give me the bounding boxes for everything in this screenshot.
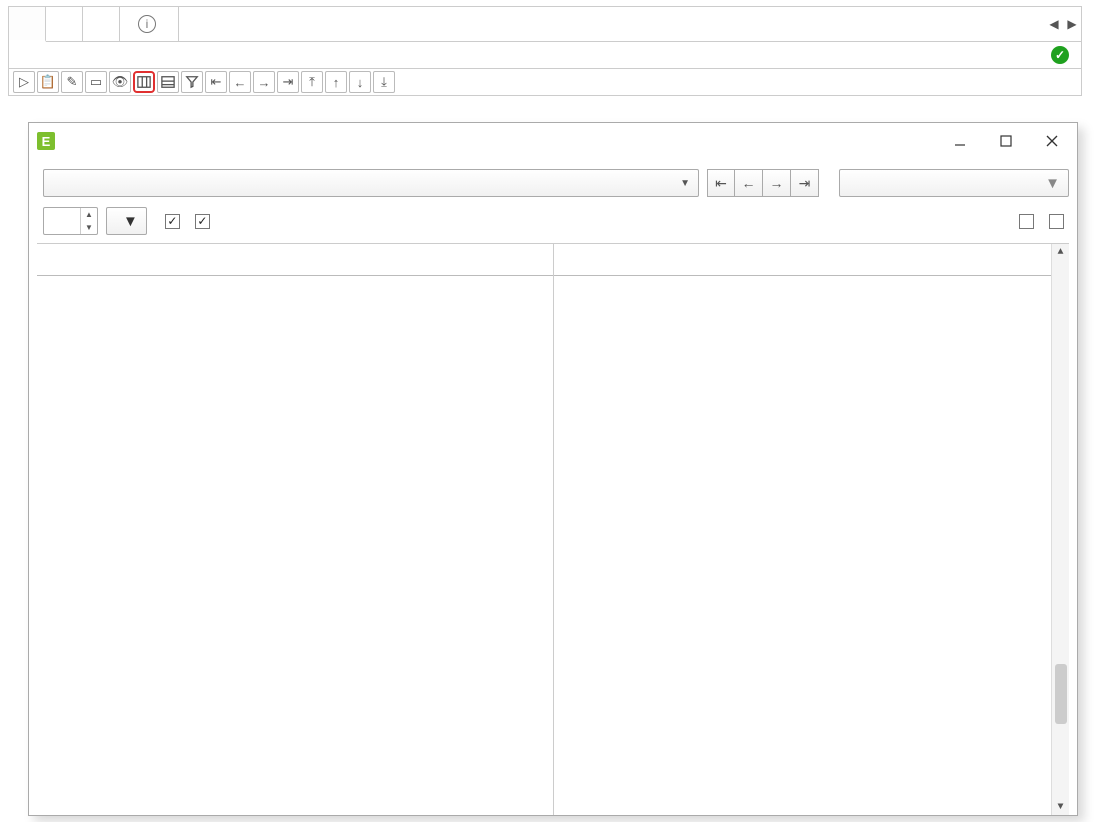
pct-checkbox[interactable]: ✓ xyxy=(195,214,215,229)
last-icon[interactable]: ⇥ xyxy=(277,71,299,93)
column-selector-row: ▼ ⇤ ← → ⇥ ▼ xyxy=(37,169,1069,197)
options-row: ▲ ▼ ▼ ✓ ✓ xyxy=(37,207,1069,235)
tab-warnings[interactable] xyxy=(83,7,120,41)
sample-combo[interactable]: ▼ xyxy=(839,169,1069,197)
scroll-thumb[interactable] xyxy=(1055,664,1067,724)
titlebar: E xyxy=(29,123,1077,159)
prev-icon[interactable]: ← xyxy=(229,71,251,93)
down-icon[interactable]: ↓ xyxy=(349,71,371,93)
first-icon[interactable]: ⇤ xyxy=(205,71,227,93)
tabs-row: i ◀ ▶ xyxy=(9,7,1081,42)
status-row: ✓ xyxy=(9,42,1081,69)
show-count-input[interactable] xyxy=(44,213,80,230)
folder-icon[interactable]: ▭ xyxy=(85,71,107,93)
columns-icon[interactable] xyxy=(133,71,155,93)
spin-down-icon[interactable]: ▼ xyxy=(81,221,97,234)
show-count-spin[interactable]: ▲ ▼ xyxy=(43,207,98,235)
bottom-icon[interactable]: ⤓ xyxy=(373,71,395,93)
clipboard-icon[interactable]: 📋 xyxy=(37,71,59,93)
first-col-button[interactable]: ⇤ xyxy=(707,169,735,197)
col-nav-group: ⇤ ← → ⇥ xyxy=(707,169,819,197)
scrollbar[interactable]: ▲ ▼ xyxy=(1051,244,1069,815)
dates-checkbox[interactable] xyxy=(1019,214,1039,229)
check-icon: ✓ xyxy=(1051,46,1069,64)
next-icon[interactable]: → xyxy=(253,71,275,93)
tab-prev-icon[interactable]: ◀ xyxy=(1045,10,1063,38)
next-col-button[interactable]: → xyxy=(763,169,791,197)
frequency-header[interactable] xyxy=(297,244,553,275)
tab-nav: ◀ ▶ xyxy=(1045,7,1081,41)
top-icon[interactable]: ⤒ xyxy=(301,71,323,93)
chevron-down-icon: ▼ xyxy=(1045,175,1060,192)
tab-data[interactable] xyxy=(9,7,46,42)
column-values-dialog: E ▼ ⇤ ← → ⇥ ▼ xyxy=(28,122,1078,816)
rows-icon[interactable] xyxy=(157,71,179,93)
tab-characters[interactable] xyxy=(46,7,83,41)
scroll-up-icon[interactable]: ▲ xyxy=(1052,244,1069,260)
main-window: i ◀ ▶ ✓ ▷ 📋 ✎ ▭ 👁 ⇤ ← → ⇥ ⤒ ↑ ↓ ⤓ xyxy=(8,6,1082,96)
metrics-table: ▲ ▼ xyxy=(554,244,1070,815)
chevron-down-icon: ▼ xyxy=(680,178,690,189)
toolbar-row: ▷ 📋 ✎ ▭ 👁 ⇤ ← → ⇥ ⤒ ↑ ↓ ⤓ xyxy=(9,69,1081,95)
maximize-button[interactable] xyxy=(983,125,1029,157)
info-icon: i xyxy=(138,15,156,33)
tab-next-icon[interactable]: ▶ xyxy=(1063,10,1081,38)
pencil-icon[interactable]: ✎ xyxy=(61,71,83,93)
close-button[interactable] xyxy=(1029,125,1075,157)
last-col-button[interactable]: ⇥ xyxy=(791,169,819,197)
eye-icon[interactable]: 👁 xyxy=(109,71,131,93)
up-icon[interactable]: ↑ xyxy=(325,71,347,93)
minimize-button[interactable] xyxy=(937,125,983,157)
filter-icon[interactable] xyxy=(181,71,203,93)
spin-up-icon[interactable]: ▲ xyxy=(81,208,97,221)
tab-info[interactable]: i xyxy=(120,7,179,41)
mode-combo[interactable]: ▼ xyxy=(106,207,147,235)
play-icon[interactable]: ▷ xyxy=(13,71,35,93)
column-combo[interactable]: ▼ xyxy=(43,169,699,197)
prev-col-button[interactable]: ← xyxy=(735,169,763,197)
app-icon: E xyxy=(37,132,55,150)
bars-checkbox[interactable]: ✓ xyxy=(165,214,185,229)
stats-checkbox[interactable] xyxy=(1049,214,1069,229)
scroll-down-icon[interactable]: ▼ xyxy=(1052,799,1069,815)
frequency-table xyxy=(37,244,554,815)
chevron-down-icon: ▼ xyxy=(123,213,138,230)
